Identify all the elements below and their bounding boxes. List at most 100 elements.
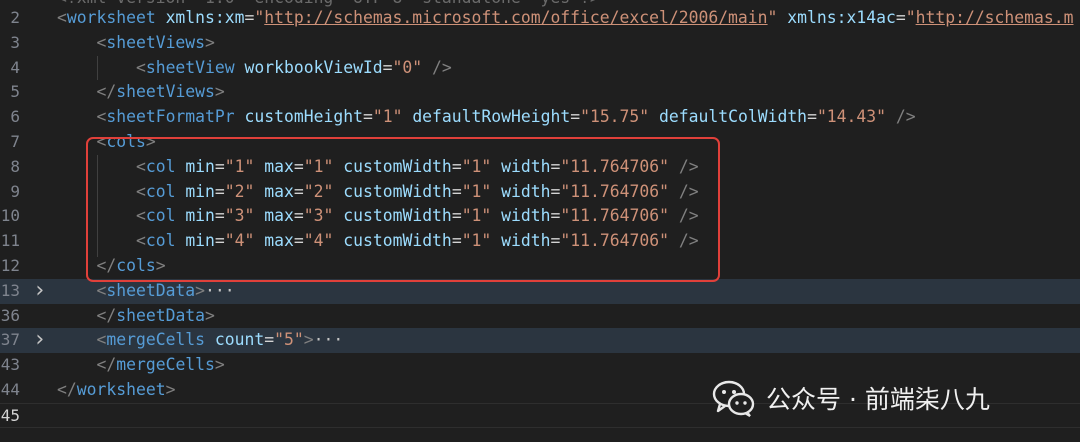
cols-highlight-box	[86, 137, 720, 282]
code-token: />	[432, 57, 452, 77]
code-token: sheetViews	[106, 32, 206, 52]
code-token: mergeCells	[116, 355, 215, 375]
code-line[interactable]: 37 › <mergeCells count="5">···	[0, 328, 1080, 354]
code-token: =	[807, 107, 817, 127]
code-token: </	[57, 380, 77, 399]
line-number: 43	[0, 355, 20, 375]
code-text: <sheetFormatPr customHeight="1" defaultR…	[57, 105, 916, 130]
code-line[interactable]: 43 </mergeCells>	[0, 353, 1080, 378]
code-token: count	[214, 330, 265, 350]
code-line[interactable]: 36 </sheetData>	[0, 304, 1080, 329]
code-token: mergeCells	[106, 330, 206, 350]
code-token: worksheet	[76, 380, 166, 399]
indent-guide-sheetviews	[97, 56, 98, 80]
code-token: "14.43"	[816, 107, 887, 127]
line-number: 37	[0, 330, 20, 350]
code-token: http://schemas.m	[915, 8, 1074, 27]
code-token: sheetData	[106, 280, 196, 300]
code-token: ···	[205, 280, 235, 300]
code-text: </sheetViews>	[57, 80, 225, 105]
code-token: >	[205, 305, 215, 325]
code-text: </mergeCells>	[57, 353, 224, 378]
code-token: sheetView	[145, 57, 235, 77]
code-line[interactable]: 4 <sheetView workbookViewId="0" />	[0, 56, 1080, 81]
code-token: defaultColWidth	[659, 107, 808, 127]
line-number: 6	[10, 107, 20, 127]
code-token: >	[303, 330, 314, 350]
code-token: "0"	[392, 57, 423, 77]
code-line[interactable]: 2 <worksheet xmlns:xm="http://schemas.mic…	[0, 6, 1080, 31]
code-text: <sheetData>···	[57, 279, 235, 304]
line-number: 3	[10, 32, 20, 52]
code-token: workbookViewId	[244, 57, 383, 77]
line-number: 2	[10, 8, 20, 27]
code-token: =	[264, 330, 275, 350]
code-line[interactable]: 6 <sheetFormatPr customHeight="1" defaul…	[0, 105, 1080, 130]
code-token: >	[214, 82, 225, 102]
line-number: 9	[10, 181, 20, 201]
code-token: <	[57, 8, 67, 27]
watermark-text: 公众号 · 前端柒八九	[766, 385, 990, 414]
code-token: "	[767, 8, 778, 27]
line-number: 44	[0, 380, 20, 399]
code-token: sheetFormatPr	[106, 107, 235, 127]
line-number: 4	[10, 57, 20, 77]
fold-chevron-icon[interactable]: ›	[33, 328, 46, 353]
fold-chevron-icon[interactable]: ›	[33, 278, 46, 304]
code-token: xmlns:x14ac	[787, 8, 896, 27]
line-number: 10	[0, 206, 20, 226]
code-token: =	[362, 107, 373, 127]
code-token: <	[96, 107, 107, 127]
code-token: <	[135, 57, 146, 77]
code-line[interactable]: 3 <sheetViews>	[0, 31, 1080, 56]
code-token: http://schemas.microsoft.com/office/exce…	[264, 8, 768, 27]
code-line[interactable]: 13 › <sheetData>···	[0, 278, 1080, 304]
code-token: >	[195, 280, 206, 300]
line-number: 7	[10, 132, 20, 151]
line-number: 5	[10, 82, 20, 102]
code-token: "	[905, 8, 916, 27]
code-text: <sheetViews>	[57, 31, 214, 56]
code-text: </sheetData>	[57, 304, 215, 329]
code-token: "15.75"	[580, 107, 650, 127]
code-token: />	[895, 107, 916, 127]
code-token: customHeight	[244, 107, 363, 127]
wechat-icon	[712, 378, 756, 418]
line-number: 12	[0, 256, 20, 275]
code-token: ···	[313, 330, 344, 350]
code-token: xmlns:xm	[165, 8, 245, 27]
code-token: =	[570, 107, 581, 127]
code-token: =	[382, 57, 393, 77]
code-token: =	[895, 8, 906, 27]
code-text: <worksheet xmlns:xm="http://schemas.micr…	[57, 6, 1074, 31]
code-token: worksheet	[66, 8, 156, 27]
code-token: sheetViews	[116, 82, 215, 102]
code-token: "5"	[274, 330, 304, 350]
line-number: 11	[0, 231, 20, 251]
code-token: "	[254, 8, 265, 27]
watermark: 公众号 · 前端柒八九	[712, 376, 990, 420]
code-token: =	[244, 8, 255, 27]
line-number: 45	[0, 405, 20, 425]
code-token: <	[96, 280, 107, 300]
code-token: <	[96, 330, 107, 350]
code-line[interactable]: 5 </sheetViews>	[0, 80, 1080, 105]
code-token: "1"	[372, 107, 403, 127]
code-token: </	[96, 355, 117, 375]
